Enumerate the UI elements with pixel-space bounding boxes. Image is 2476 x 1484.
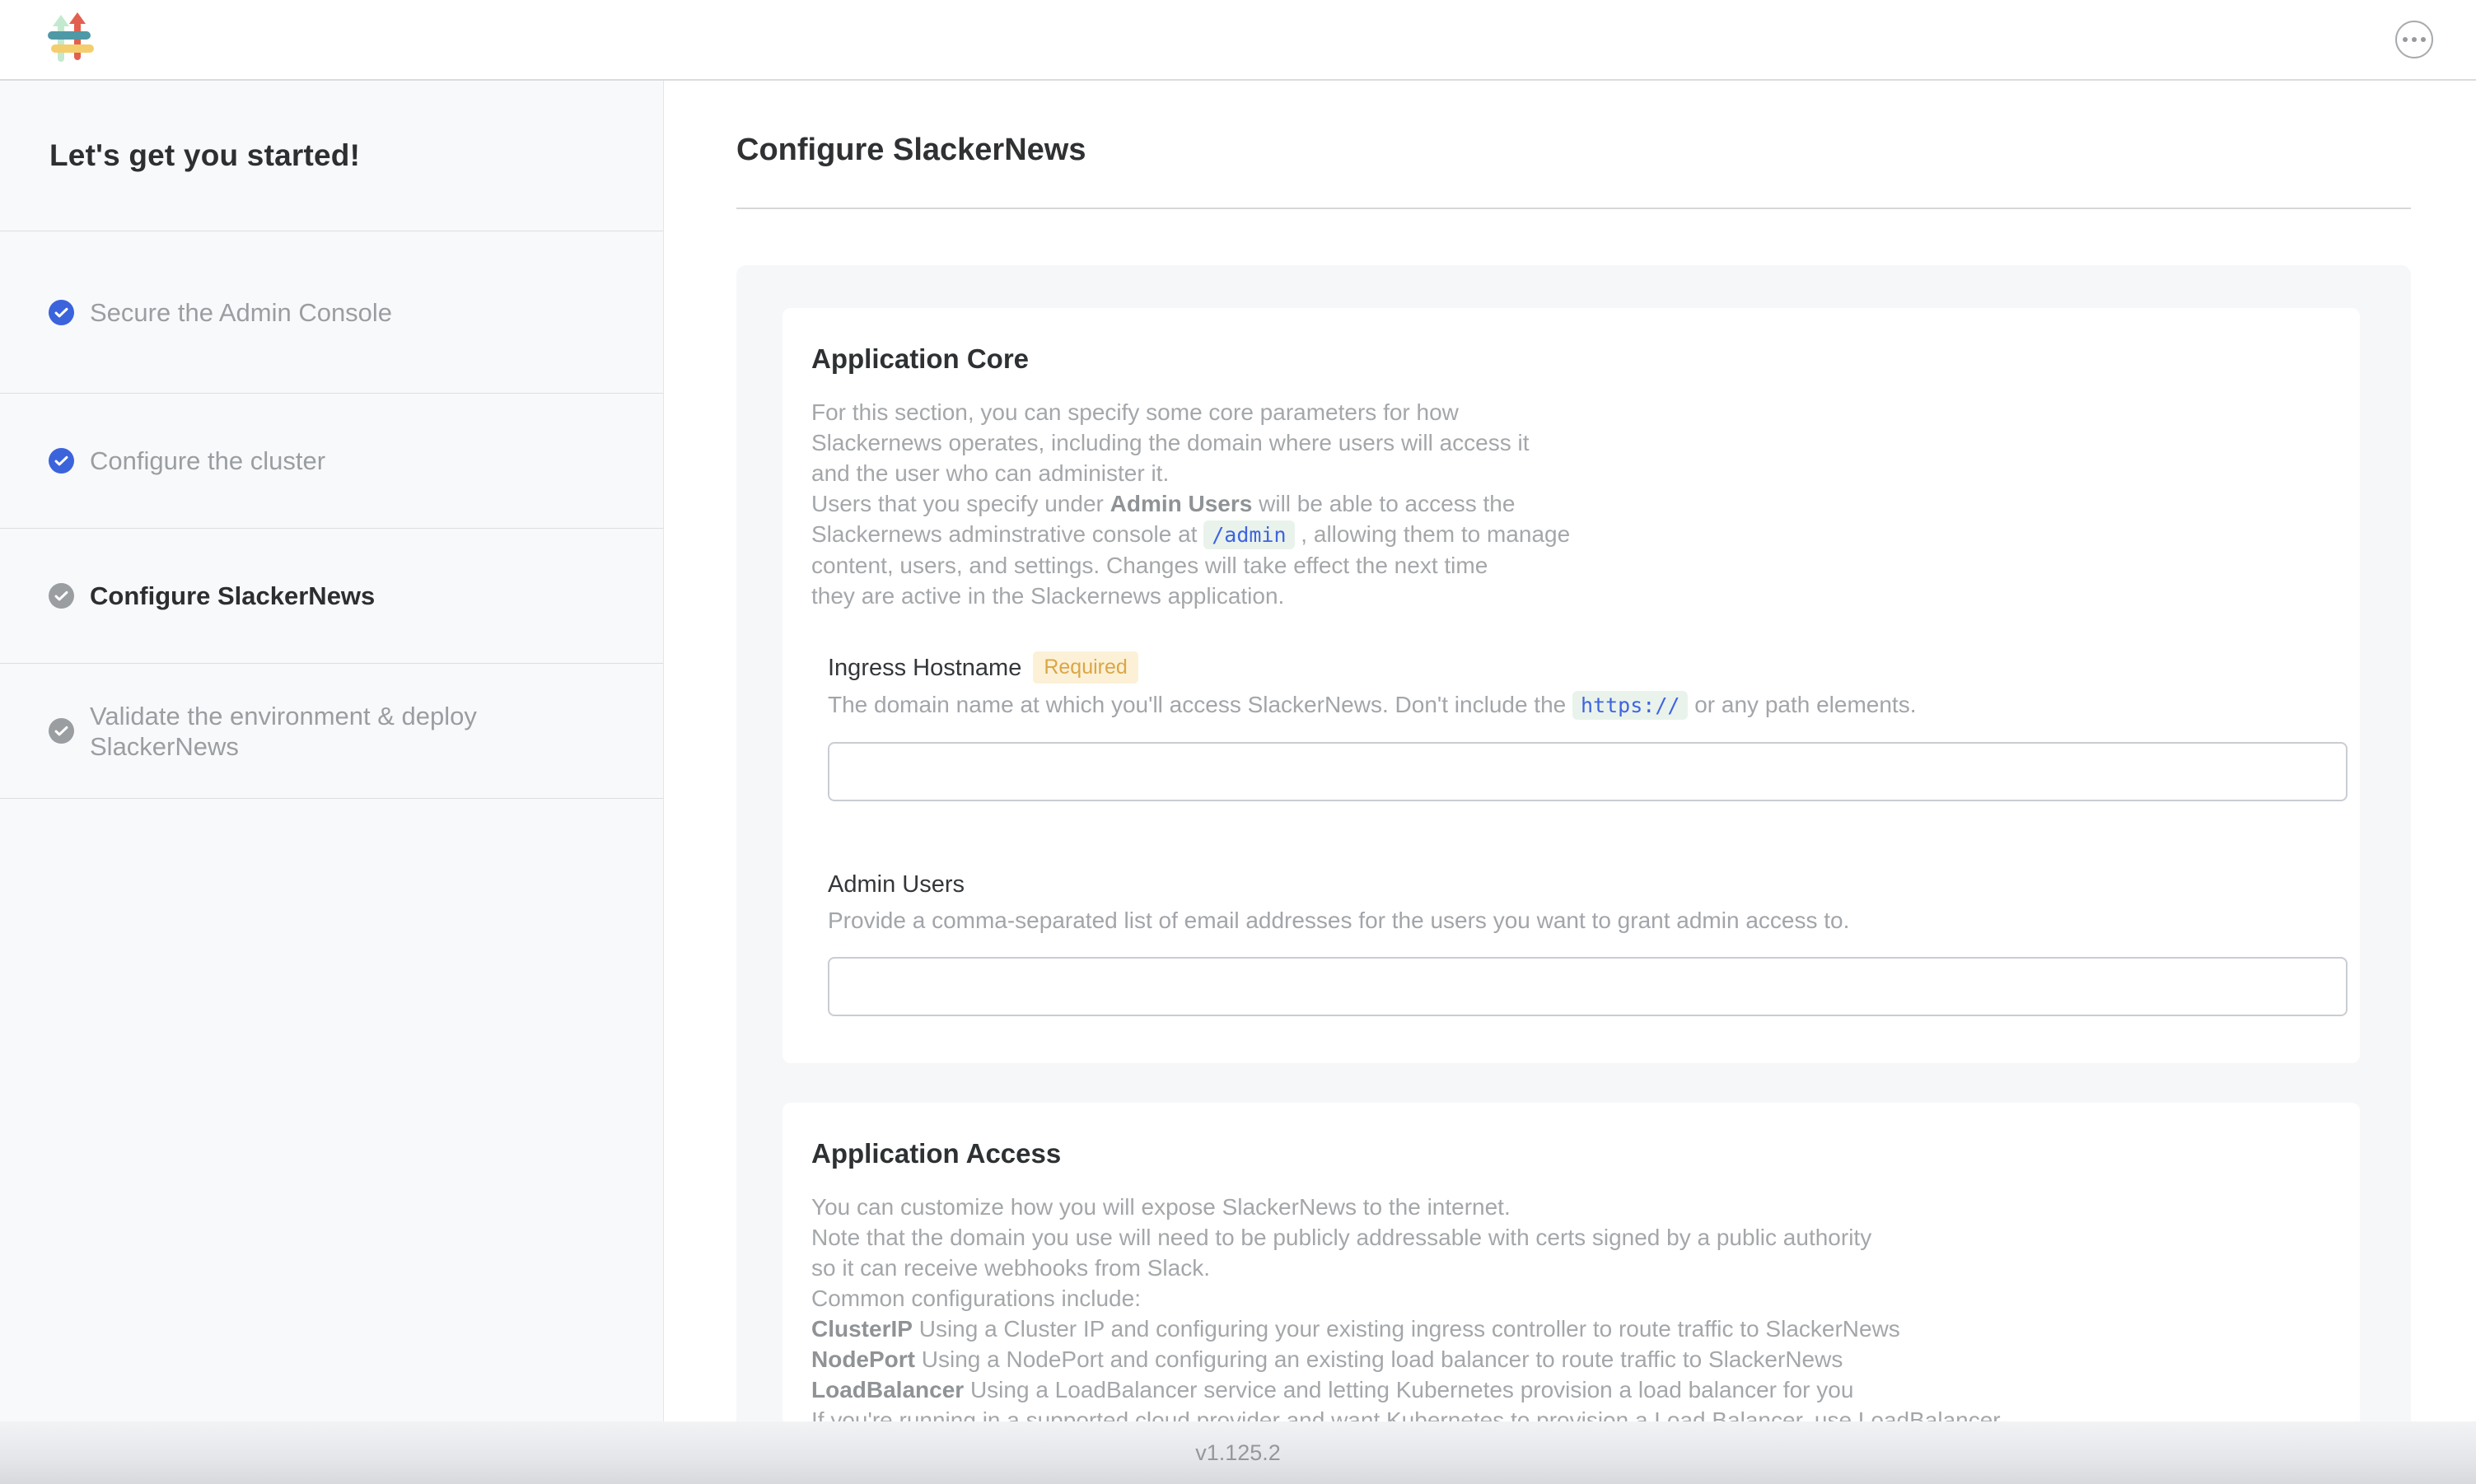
- top-bar: [0, 0, 2476, 81]
- app-logo: [48, 12, 94, 68]
- description-line: LoadBalancer Using a LoadBalancer servic…: [811, 1374, 2335, 1405]
- step-list: Secure the Admin Console Configure the cl…: [0, 231, 663, 799]
- admin-users-input[interactable]: [828, 957, 2348, 1016]
- card-title-application-access: Application Access: [811, 1137, 2335, 1170]
- check-circle-icon: [49, 583, 74, 609]
- sidebar-step-configure-slackernews[interactable]: Configure SlackerNews: [0, 529, 663, 664]
- description-line: ClusterIP Using a Cluster IP and configu…: [811, 1314, 2335, 1344]
- code-chip: https://: [1572, 691, 1688, 720]
- config-panel: Application Core For this section, you c…: [736, 265, 2411, 1484]
- ingress-hostname-help: The domain name at which you'll access S…: [828, 688, 2335, 722]
- application-access-description: You can customize how you will expose Sl…: [811, 1192, 2335, 1435]
- step-label: Configure the cluster: [90, 446, 325, 476]
- admin-users-help: Provide a comma-separated list of email …: [828, 904, 2335, 937]
- application-core-description: For this section, you can specify some c…: [811, 397, 2335, 611]
- sidebar-title: Let's get you started!: [49, 138, 360, 173]
- description-line: Note that the domain you use will need t…: [811, 1222, 2335, 1253]
- main-content: Configure SlackerNews Application Core F…: [664, 81, 2476, 1484]
- ingress-hostname-label: Ingress Hostname: [828, 653, 1021, 683]
- version-footer: v1.125.2: [0, 1421, 2476, 1484]
- description-line: Slackernews operates, including the doma…: [811, 427, 2335, 458]
- check-circle-icon: [49, 300, 74, 325]
- required-badge: Required: [1033, 651, 1138, 684]
- sidebar-header: Let's get you started!: [0, 81, 663, 231]
- ellipsis-circle-icon: [2403, 37, 2408, 42]
- step-label: Configure SlackerNews: [90, 581, 375, 611]
- description-line: they are active in the Slackernews appli…: [811, 581, 2335, 611]
- check-circle-icon: [49, 718, 74, 744]
- sidebar-step-secure-the-admin-console[interactable]: Secure the Admin Console: [0, 231, 663, 394]
- colorful-hash-logo-icon: [48, 12, 94, 68]
- ingress-hostname-field: Ingress Hostname Required The domain nam…: [828, 651, 2335, 801]
- application-core-card: Application Core For this section, you c…: [783, 308, 2360, 1063]
- card-title-application-core: Application Core: [811, 343, 2335, 376]
- step-label: Secure the Admin Console: [90, 297, 392, 328]
- description-line: For this section, you can specify some c…: [811, 397, 2335, 427]
- page-title: Configure SlackerNews: [736, 132, 2411, 168]
- check-circle-icon: [49, 448, 74, 474]
- description-line: NodePort Using a NodePort and configurin…: [811, 1344, 2335, 1374]
- description-line: content, users, and settings. Changes wi…: [811, 550, 2335, 581]
- sidebar-step-configure-the-cluster[interactable]: Configure the cluster: [0, 394, 663, 529]
- version-label: v1.125.2: [1195, 1440, 1281, 1466]
- onboarding-wizard-window: Let's get you started! Secure the Admin …: [0, 0, 2476, 1484]
- description-line: Common configurations include:: [811, 1283, 2335, 1314]
- admin-users-label: Admin Users: [828, 870, 965, 899]
- description-line: You can customize how you will expose Sl…: [811, 1192, 2335, 1222]
- overflow-menu-button[interactable]: [2395, 21, 2433, 58]
- code-chip: /admin: [1203, 520, 1294, 549]
- setup-steps-sidebar: Let's get you started! Secure the Admin …: [0, 81, 664, 1484]
- description-line: so it can receive webhooks from Slack.: [811, 1253, 2335, 1283]
- ingress-hostname-input[interactable]: [828, 742, 2348, 801]
- description-line: Users that you specify under Admin Users…: [811, 488, 2335, 519]
- sidebar-step-validate-the-environment-deploy-slackernews[interactable]: Validate the environment & deploy Slacke…: [0, 664, 663, 799]
- admin-users-field: Admin Users Provide a comma-separated li…: [828, 870, 2335, 1016]
- description-line: and the user who can administer it.: [811, 458, 2335, 488]
- step-label: Validate the environment & deploy Slacke…: [90, 701, 614, 762]
- description-line: Slackernews adminstrative console at /ad…: [811, 519, 2335, 550]
- title-divider: [736, 208, 2411, 209]
- content-area: Let's get you started! Secure the Admin …: [0, 81, 2476, 1484]
